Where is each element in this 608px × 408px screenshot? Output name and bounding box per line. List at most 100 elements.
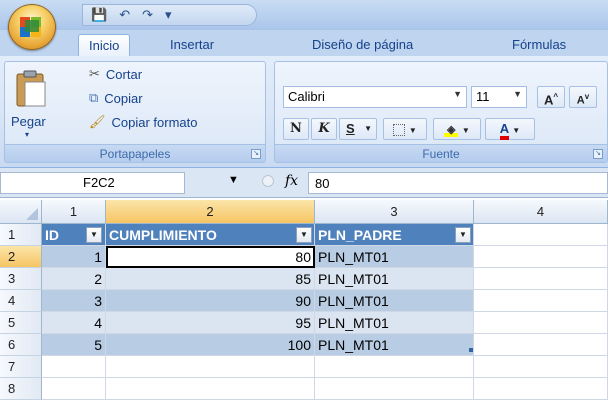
copy-icon: ⧉ xyxy=(89,90,99,105)
grow-font-button[interactable]: A^ xyxy=(537,86,565,108)
table-cell[interactable] xyxy=(474,224,608,246)
office-button[interactable] xyxy=(8,4,56,50)
table-cell[interactable] xyxy=(42,356,106,378)
table-cell[interactable] xyxy=(474,312,608,334)
row-header-1[interactable]: 1 xyxy=(0,224,42,246)
table-cell[interactable] xyxy=(474,334,608,356)
table-resize-handle[interactable] xyxy=(469,348,473,352)
row-header-6[interactable]: 6 xyxy=(0,334,42,356)
table-cell-id[interactable]: 5 xyxy=(42,334,106,356)
table-cell[interactable] xyxy=(315,378,474,400)
table-cell[interactable] xyxy=(315,356,474,378)
table-cell[interactable] xyxy=(474,290,608,312)
table-cell[interactable] xyxy=(474,356,608,378)
chevron-down-icon: ▼ xyxy=(513,89,522,99)
ribbon: Pegar ▾ ✂ Cortar ⧉ Copiar 🖌 Copiar forma… xyxy=(0,56,608,168)
table-cell-cumplimiento[interactable]: 85 xyxy=(106,268,315,290)
table-cell-id[interactable]: 4 xyxy=(42,312,106,334)
tab-formulas[interactable]: Fórmulas xyxy=(502,34,576,56)
scissors-icon: ✂ xyxy=(89,66,100,81)
table-header-cumplimiento[interactable]: CUMPLIMIENTO ▼ xyxy=(106,224,315,246)
table-header-cumplimiento-label: CUMPLIMIENTO xyxy=(109,227,217,243)
formula-cancel-icon[interactable] xyxy=(262,175,274,187)
underline-button[interactable]: S ▼ xyxy=(339,118,377,140)
table-cell-pln-padre[interactable]: PLN_MT01 xyxy=(315,312,474,334)
shrink-font-label: A xyxy=(576,94,585,107)
table-cell[interactable] xyxy=(42,378,106,400)
title-bar: 💾 ↶ ↷ ▾ xyxy=(0,0,608,30)
quick-access-toolbar: 💾 ↶ ↷ ▾ xyxy=(82,4,257,26)
tab-insertar[interactable]: Insertar xyxy=(160,34,224,56)
row-header-4[interactable]: 4 xyxy=(0,290,42,312)
spreadsheet-grid[interactable]: 1 2 3 4 1 2 3 4 5 6 7 8 ID ▼ CUMPLIMIENT… xyxy=(0,200,608,408)
table-cell-id[interactable]: 2 xyxy=(42,268,106,290)
table-cell-pln-padre[interactable]: PLN_MT01 xyxy=(315,246,474,268)
undo-icon[interactable]: ↶ xyxy=(119,7,130,23)
bold-button[interactable]: N xyxy=(283,118,309,140)
borders-icon xyxy=(393,123,406,136)
table-cell[interactable] xyxy=(106,356,315,378)
copy-button[interactable]: ⧉ Copiar xyxy=(89,90,143,106)
name-box-dropdown-icon[interactable]: ▼ xyxy=(228,174,239,186)
ribbon-tabs: Inicio Insertar Diseño de página Fórmula… xyxy=(0,30,608,56)
font-size-select[interactable]: 11 ▼ xyxy=(471,86,527,108)
cut-button[interactable]: ✂ Cortar xyxy=(89,66,142,82)
font-size-value: 11 xyxy=(476,89,490,104)
paste-icon[interactable] xyxy=(15,70,47,108)
fill-bucket-icon: ◈ xyxy=(444,125,459,137)
table-cell-pln-padre[interactable]: PLN_MT01 xyxy=(315,290,474,312)
name-box[interactable]: F2C2 xyxy=(0,172,185,194)
table-cell-cumplimiento[interactable]: 95 xyxy=(106,312,315,334)
fill-color-button[interactable]: ◈ ▼ xyxy=(433,118,481,140)
font-group: Calibri ▼ 11 ▼ A^ Av N K S ▼ ▼ ◈ ▼ A ▼ F… xyxy=(274,61,608,163)
filter-dropdown-icon[interactable]: ▼ xyxy=(296,227,312,243)
table-cell[interactable] xyxy=(474,378,608,400)
row-header-8[interactable]: 8 xyxy=(0,378,42,400)
filter-dropdown-icon[interactable]: ▼ xyxy=(86,227,102,243)
table-cell-id[interactable]: 1 xyxy=(42,246,106,268)
table-cell[interactable] xyxy=(474,268,608,290)
table-header-id[interactable]: ID ▼ xyxy=(42,224,106,246)
tab-diseno-pagina[interactable]: Diseño de página xyxy=(302,34,423,56)
table-cell-cumplimiento[interactable]: 90 xyxy=(106,290,315,312)
font-launcher-icon[interactable]: ↘ xyxy=(593,149,603,159)
customize-qat-icon[interactable]: ▾ xyxy=(165,7,172,23)
paste-label[interactable]: Pegar xyxy=(11,114,46,129)
save-icon[interactable]: 💾 xyxy=(91,7,107,23)
table-cell-cumplimiento[interactable]: 80 xyxy=(106,246,315,268)
font-color-button[interactable]: A ▼ xyxy=(485,118,535,140)
table-cell[interactable] xyxy=(106,378,315,400)
column-header-1[interactable]: 1 xyxy=(42,200,106,224)
redo-icon[interactable]: ↷ xyxy=(142,7,153,23)
italic-button[interactable]: K xyxy=(311,118,337,140)
table-cell-pln-padre[interactable]: PLN_MT01 xyxy=(315,268,474,290)
row-header-5[interactable]: 5 xyxy=(0,312,42,334)
filter-dropdown-icon[interactable]: ▼ xyxy=(455,227,471,243)
row-header-2[interactable]: 2 xyxy=(0,246,42,268)
chevron-down-icon: ▼ xyxy=(453,89,462,99)
table-cell-id[interactable]: 3 xyxy=(42,290,106,312)
tab-inicio[interactable]: Inicio xyxy=(78,34,131,56)
shrink-font-button[interactable]: Av xyxy=(569,86,597,108)
column-header-4[interactable]: 4 xyxy=(474,200,608,224)
row-header-7[interactable]: 7 xyxy=(0,356,42,378)
clipboard-launcher-icon[interactable]: ↘ xyxy=(251,149,261,159)
borders-button[interactable]: ▼ xyxy=(383,118,427,140)
copy-label: Copiar xyxy=(104,90,143,106)
format-painter-button[interactable]: 🖌 Copiar formato xyxy=(89,114,198,130)
chevron-down-icon: ▼ xyxy=(512,126,521,135)
table-cell-pln-padre[interactable]: PLN_MT01 xyxy=(315,334,474,356)
table-cell-cumplimiento[interactable]: 100 xyxy=(106,334,315,356)
column-header-2[interactable]: 2 xyxy=(106,200,315,224)
column-header-3[interactable]: 3 xyxy=(315,200,474,224)
select-all-corner[interactable] xyxy=(0,200,42,224)
paste-dropdown-icon[interactable]: ▾ xyxy=(25,130,29,139)
row-header-3[interactable]: 3 xyxy=(0,268,42,290)
table-cell[interactable] xyxy=(474,246,608,268)
table-header-pln-padre[interactable]: PLN_PADRE ▼ xyxy=(315,224,474,246)
font-color-icon: A xyxy=(499,121,509,140)
insert-function-icon[interactable]: fx xyxy=(285,173,298,189)
chevron-down-icon: ▼ xyxy=(461,126,470,135)
formula-input[interactable]: 80 xyxy=(308,172,608,194)
font-name-select[interactable]: Calibri ▼ xyxy=(283,86,467,108)
